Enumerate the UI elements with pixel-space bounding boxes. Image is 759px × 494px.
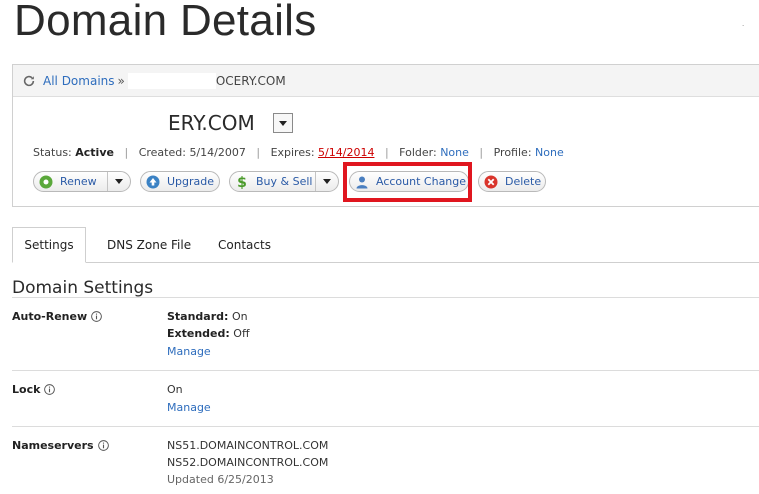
divider: | (256, 146, 261, 159)
chevron-down-icon (115, 179, 123, 184)
page-title: Domain Details (14, 0, 317, 45)
highlight-annotation (343, 162, 472, 202)
divider: | (124, 146, 129, 159)
tab-dns-zone-file[interactable]: DNS Zone File (107, 238, 191, 252)
lock-label: Lock (12, 383, 41, 396)
tab-contacts[interactable]: Contacts (218, 238, 271, 252)
tab-settings[interactable]: Settings (12, 227, 86, 263)
standard-value: On (231, 310, 248, 323)
divider (12, 370, 759, 371)
divider: | (384, 146, 389, 159)
nameserver-1: NS51.DOMAINCONTROL.COM (167, 439, 329, 452)
info-icon[interactable] (44, 384, 56, 395)
buy-sell-label: Buy & Sell (256, 175, 313, 188)
standard-label: Standard: (167, 310, 229, 323)
section-title: Domain Settings (12, 278, 154, 298)
status-label: Status: (33, 146, 72, 159)
divider (12, 297, 759, 298)
expires-value-link[interactable]: 5/14/2014 (318, 146, 374, 159)
expires-label: Expires: (270, 146, 315, 159)
created-value: 5/14/2007 (189, 146, 246, 159)
folder-label: Folder: (399, 146, 437, 159)
profile-link[interactable]: None (535, 146, 564, 159)
corner-dot: . (742, 20, 745, 28)
delete-button[interactable]: Delete (478, 171, 546, 192)
tabs-divider (12, 262, 759, 263)
nameservers-updated: Updated 6/25/2013 (167, 473, 274, 486)
extended-value: Off (233, 327, 250, 340)
renew-button[interactable]: Renew (33, 171, 131, 192)
lock-row-label: Lock (12, 383, 56, 396)
domain-dropdown-button[interactable] (273, 113, 293, 133)
nameservers-row-label: Nameservers (12, 439, 109, 452)
breadcrumb-all-domains-link[interactable]: All Domains (43, 74, 115, 88)
buy-sell-button[interactable]: $ Buy & Sell (229, 171, 339, 192)
upgrade-icon (146, 175, 160, 188)
status-line: Status: Active | Created: 5/14/2007 | Ex… (33, 146, 564, 159)
breadcrumb-separator: » (117, 73, 125, 88)
breadcrumb-current-domain: OCERY.COM (215, 73, 286, 88)
lock-value: On (167, 383, 183, 396)
renew-label: Renew (60, 175, 97, 188)
folder-link[interactable]: None (440, 146, 469, 159)
extended-label: Extended: (167, 327, 230, 340)
divider (12, 426, 759, 427)
dollar-icon: $ (237, 175, 247, 189)
status-value: Active (75, 146, 114, 159)
created-label: Created: (138, 146, 186, 159)
auto-renew-extended: Extended: Off (167, 327, 250, 340)
breadcrumb: All Domains » OCERY.COM (13, 65, 759, 97)
info-icon[interactable] (97, 440, 109, 451)
delete-label: Delete (505, 175, 542, 188)
auto-renew-manage-link[interactable]: Manage (167, 345, 211, 358)
profile-label: Profile: (493, 146, 532, 159)
renew-icon (39, 175, 53, 188)
upgrade-label: Upgrade (167, 175, 215, 188)
renew-dropdown-button[interactable] (107, 172, 130, 191)
refresh-icon[interactable] (22, 74, 36, 88)
info-icon[interactable] (91, 311, 102, 322)
auto-renew-label: Auto-Renew (12, 310, 88, 323)
nameservers-label: Nameservers (12, 439, 94, 452)
upgrade-button[interactable]: Upgrade (140, 171, 220, 192)
nameserver-2: NS52.DOMAINCONTROL.COM (167, 456, 329, 469)
delete-icon (484, 175, 498, 188)
tab-settings-label: Settings (24, 238, 74, 252)
buy-sell-dropdown-button[interactable] (315, 172, 338, 191)
auto-renew-standard: Standard: On (167, 310, 248, 323)
domain-name: ERY.COM (168, 111, 255, 135)
divider: | (479, 146, 484, 159)
chevron-down-icon (279, 120, 287, 126)
lock-manage-link[interactable]: Manage (167, 401, 211, 414)
chevron-down-icon (323, 179, 331, 184)
auto-renew-row-label: Auto-Renew (12, 310, 102, 323)
svg-text:$: $ (237, 175, 247, 189)
redacted-region (127, 72, 216, 89)
